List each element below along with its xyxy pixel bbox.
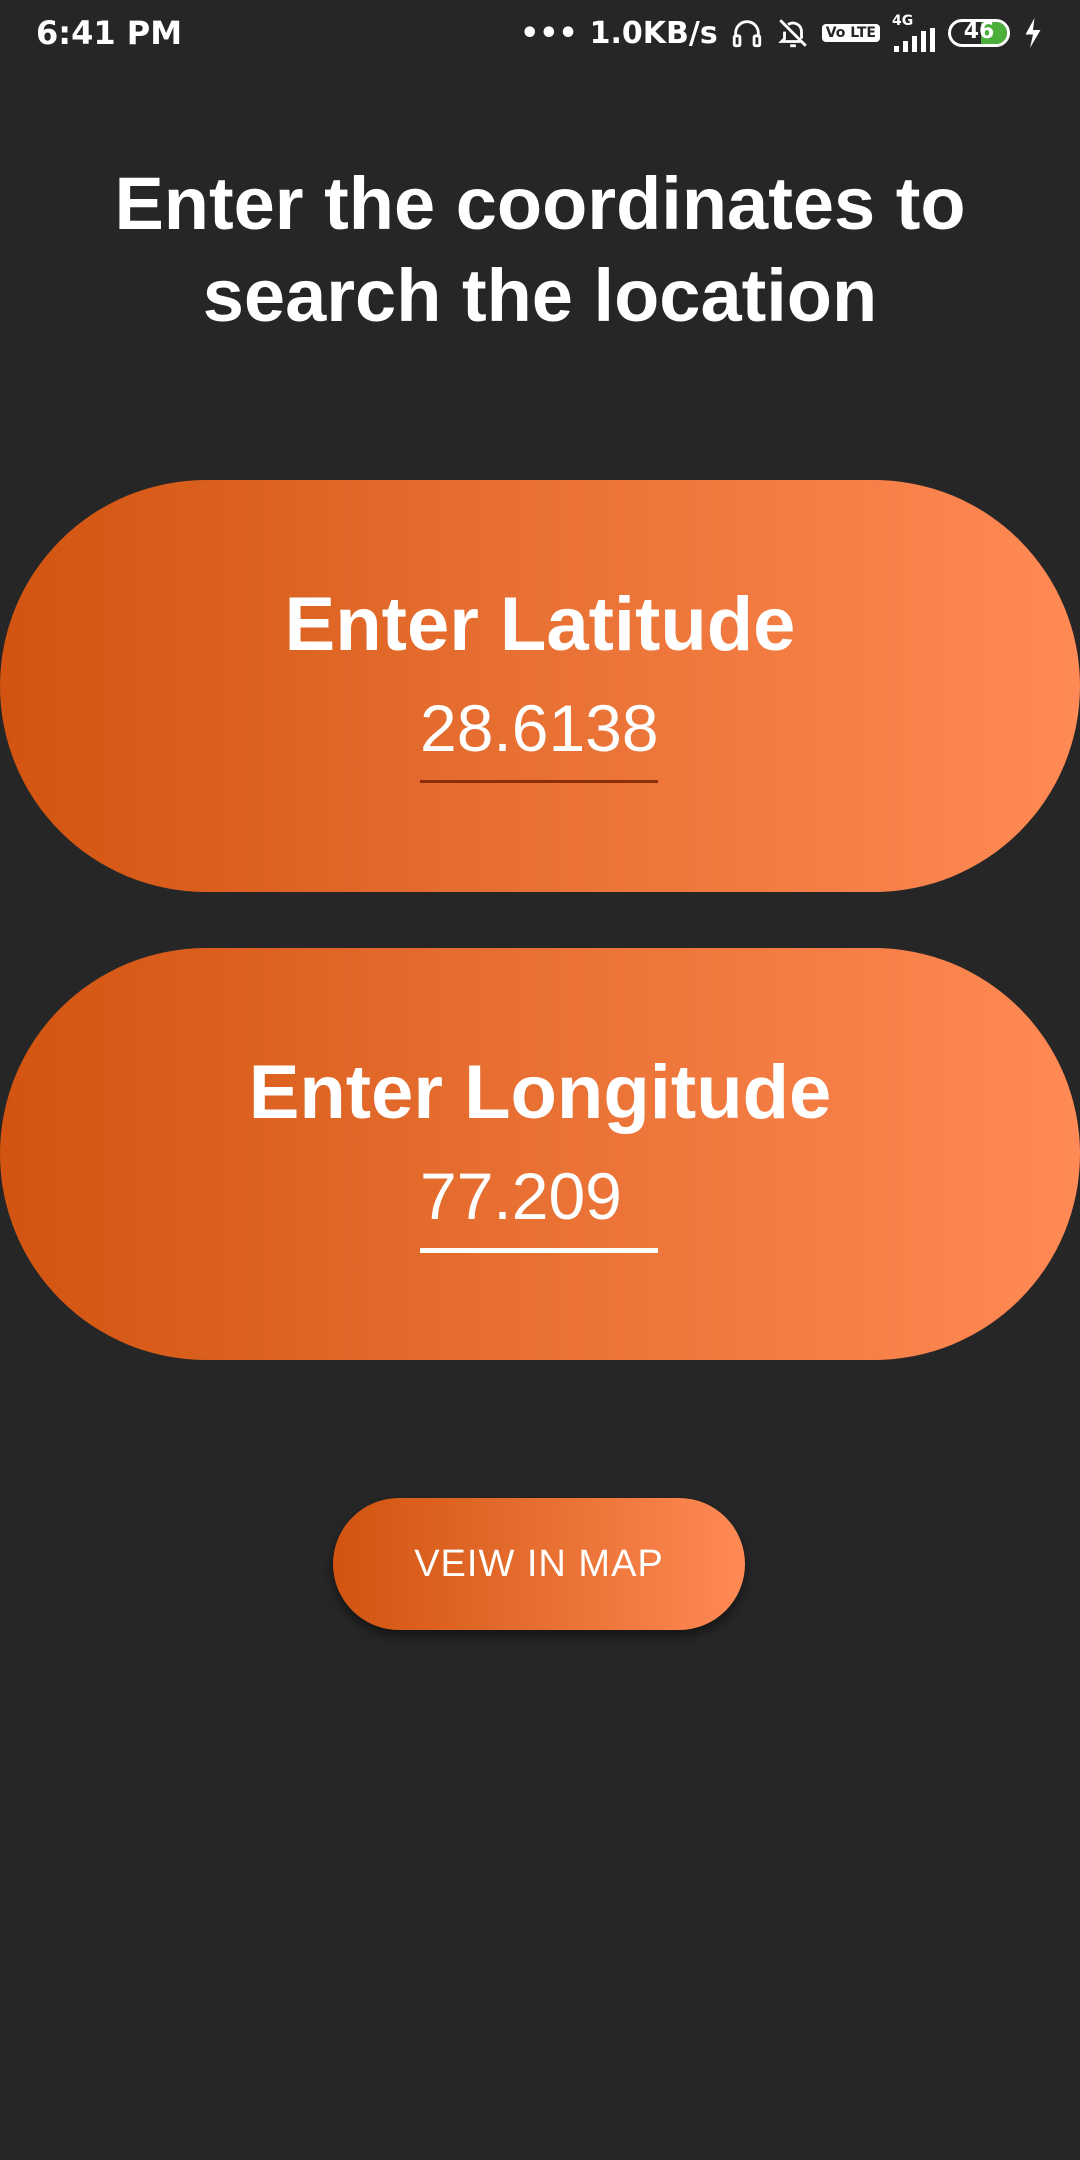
status-time: 6:41 PM [36, 14, 183, 52]
longitude-label: Enter Longitude [248, 1050, 832, 1135]
page-title: Enter the coordinates to search the loca… [114, 162, 966, 337]
latitude-underline [420, 780, 658, 783]
charging-icon [1022, 18, 1044, 48]
notifications-muted-icon [776, 16, 810, 50]
longitude-underline [420, 1248, 658, 1253]
latitude-label: Enter Latitude [284, 582, 796, 667]
longitude-card: Enter Longitude [0, 948, 1080, 1360]
longitude-input[interactable] [420, 1158, 658, 1234]
app-screen: 6:41 PM ••• 1.0KB/s Vo LTE 4G 46 Enter t… [0, 0, 1080, 2160]
battery-level: 46 [963, 19, 995, 44]
headset-icon [730, 16, 764, 50]
view-in-map-button[interactable]: VEIW IN MAP [333, 1498, 745, 1630]
status-icons: ••• 1.0KB/s Vo LTE 4G 46 [520, 14, 1044, 52]
volte-icon: Vo LTE [821, 24, 880, 42]
status-bar: 6:41 PM ••• 1.0KB/s Vo LTE 4G 46 [0, 0, 1080, 66]
status-dots: ••• [520, 15, 578, 51]
signal-icon: 4G [892, 14, 936, 52]
network-speed: 1.0KB/s [589, 15, 718, 51]
network-type: 4G [892, 13, 914, 29]
latitude-input[interactable] [420, 690, 658, 766]
latitude-card: Enter Latitude [0, 480, 1080, 892]
battery-icon: 46 [948, 19, 1010, 47]
